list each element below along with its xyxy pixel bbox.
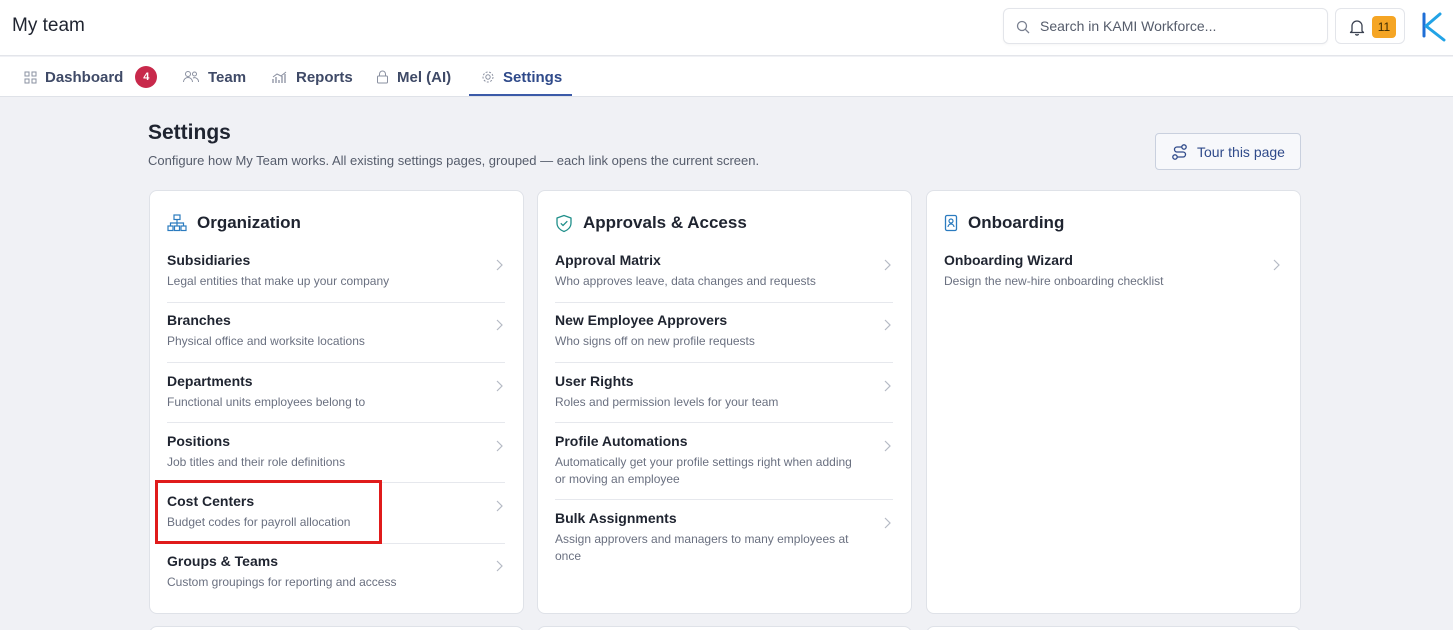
link-title: User Rights — [555, 373, 634, 389]
link-title: Positions — [167, 433, 231, 449]
settings-link-departments[interactable]: Departments Functional units employees b… — [167, 373, 505, 423]
next-card-edge — [149, 626, 524, 630]
tab-team[interactable]: Team — [182, 57, 246, 97]
notifications-button[interactable]: 11 — [1335, 8, 1405, 44]
chevron-right-icon — [496, 319, 503, 331]
link-title: Groups & Teams — [167, 553, 278, 569]
tab-settings[interactable]: Settings — [481, 57, 562, 97]
link-title: New Employee Approvers — [555, 312, 728, 328]
highlight-box — [155, 480, 382, 544]
notification-count-badge: 11 — [1372, 16, 1396, 38]
chevron-right-icon — [496, 380, 503, 392]
search-placeholder: Search in KAMI Workforce... — [1040, 18, 1217, 34]
settings-link-user-rights[interactable]: User Rights Roles and permission levels … — [555, 373, 893, 423]
link-title: Profile Automations — [555, 433, 688, 449]
approvals-access-card: Approvals & Access Approval Matrix Who a… — [537, 190, 912, 614]
users-icon — [183, 71, 199, 83]
settings-link-approval-matrix[interactable]: Approval Matrix Who approves leave, data… — [555, 252, 893, 303]
link-description: Functional units employees belong to — [167, 395, 366, 409]
settings-link-profile-automations[interactable]: Profile Automations Automatically get yo… — [555, 433, 893, 500]
link-description: Roles and permission levels for your tea… — [555, 395, 779, 409]
chevron-right-icon — [496, 500, 503, 512]
settings-link-bulk-assignments[interactable]: Bulk Assignments Assign approvers and ma… — [555, 510, 893, 570]
link-description: Legal entities that make up your company — [167, 274, 390, 288]
card-heading: Organization — [167, 213, 301, 233]
settings-link-positions[interactable]: Positions Job titles and their role defi… — [167, 433, 505, 483]
tab-mel-ai[interactable]: Mel (AI) — [376, 57, 451, 97]
tab-label: Dashboard — [45, 68, 124, 86]
page-subtitle: Configure how My Team works. All existin… — [148, 153, 760, 168]
dashboard-count-badge: 4 — [135, 66, 158, 88]
bell-icon — [1349, 20, 1365, 36]
link-title: Branches — [167, 312, 231, 328]
id-badge-icon — [944, 214, 958, 232]
next-card-edge — [926, 626, 1301, 630]
search-input[interactable]: Search in KAMI Workforce... — [1003, 8, 1328, 44]
chevron-right-icon — [496, 440, 503, 452]
tab-label: Mel (AI) — [397, 68, 452, 86]
onboarding-card: Onboarding Onboarding Wizard Design the … — [926, 190, 1301, 614]
chevron-right-icon — [496, 259, 503, 271]
link-description: Who signs off on new profile requests — [555, 334, 755, 348]
main-tabs: Dashboard 4 Team Reports Mel (AI) Settin… — [0, 57, 1453, 97]
tab-label: Settings — [503, 68, 563, 86]
link-description: Automatically get your profile settings … — [555, 455, 852, 486]
card-heading: Approvals & Access — [555, 213, 747, 233]
link-title: Bulk Assignments — [555, 510, 677, 526]
shield-check-icon — [556, 214, 572, 232]
card-heading: Onboarding — [944, 213, 1064, 233]
search-icon — [1016, 20, 1030, 34]
organization-card: Organization Subsidiaries Legal entities… — [149, 190, 524, 614]
tab-label: Reports — [296, 68, 353, 86]
app-title: My team — [12, 15, 85, 36]
settings-link-branches[interactable]: Branches Physical office and worksite lo… — [167, 312, 505, 363]
card-title: Approvals & Access — [583, 213, 747, 232]
org-chart-icon — [167, 214, 187, 232]
link-description: Design the new-hire onboarding checklist — [944, 274, 1164, 288]
tour-page-button[interactable]: Tour this page — [1155, 133, 1301, 170]
link-description: Physical office and worksite locations — [167, 334, 365, 348]
card-title: Organization — [197, 213, 301, 232]
chevron-right-icon — [496, 560, 503, 572]
kami-logo[interactable] — [1414, 6, 1452, 46]
chevron-right-icon — [1273, 259, 1280, 271]
tour-button-label: Tour this page — [1197, 143, 1285, 160]
top-header: My team Search in KAMI Workforce... 11 — [0, 0, 1453, 56]
settings-link-onboarding-wizard[interactable]: Onboarding Wizard Design the new-hire on… — [944, 252, 1282, 292]
active-tab-indicator — [469, 94, 572, 96]
settings-link-groups-teams[interactable]: Groups & Teams Custom groupings for repo… — [167, 553, 505, 593]
gear-icon — [482, 71, 494, 83]
link-title: Approval Matrix — [555, 252, 661, 268]
lock-icon — [377, 70, 388, 84]
chart-icon — [272, 71, 287, 83]
link-title: Subsidiaries — [167, 252, 251, 268]
link-description: Custom groupings for reporting and acces… — [167, 575, 397, 589]
chevron-right-icon — [884, 380, 891, 392]
tab-reports[interactable]: Reports — [272, 57, 353, 97]
settings-link-new-employee-approvers[interactable]: New Employee Approvers Who signs off on … — [555, 312, 893, 363]
tab-label: Team — [208, 68, 247, 86]
link-description: Job titles and their role definitions — [167, 455, 346, 469]
tab-dashboard[interactable]: Dashboard 4 — [24, 57, 158, 97]
next-card-edge — [537, 626, 912, 630]
page-title: Settings — [148, 121, 231, 144]
link-title: Departments — [167, 373, 253, 389]
link-title: Onboarding Wizard — [944, 252, 1073, 268]
link-description: Who approves leave, data changes and req… — [555, 274, 816, 288]
card-title: Onboarding — [968, 213, 1065, 232]
chevron-right-icon — [884, 259, 891, 271]
link-description: Assign approvers and managers to many em… — [555, 532, 849, 563]
chevron-right-icon — [884, 319, 891, 331]
grid-icon — [24, 71, 37, 83]
chevron-right-icon — [884, 517, 891, 529]
chevron-right-icon — [884, 440, 891, 452]
route-icon — [1172, 143, 1187, 160]
settings-link-subsidiaries[interactable]: Subsidiaries Legal entities that make up… — [167, 252, 505, 303]
